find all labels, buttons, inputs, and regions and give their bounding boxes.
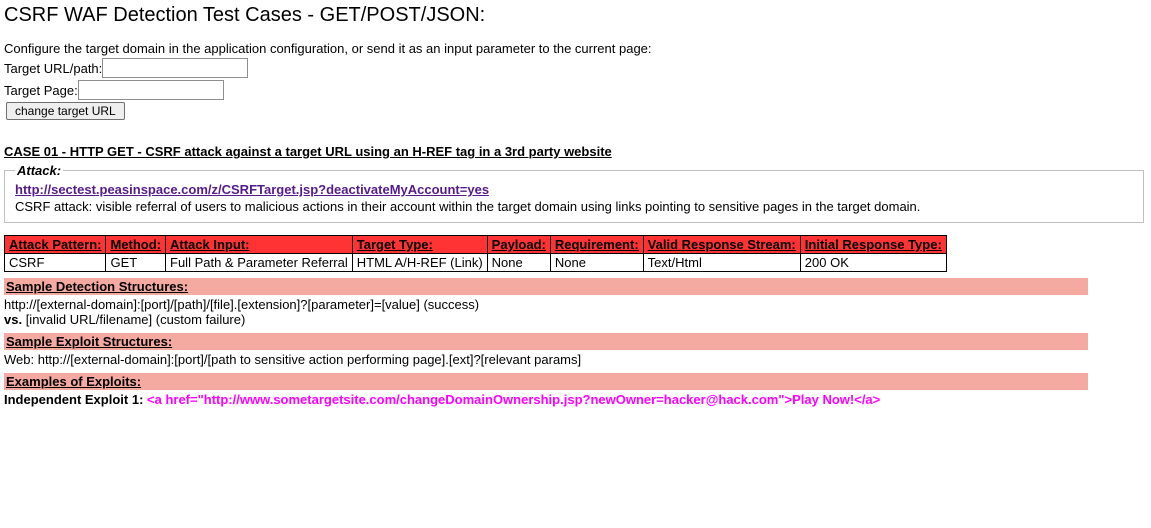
attack-description: CSRF attack: visible referral of users t… xyxy=(15,199,1133,214)
independent-exploit-1-code: <a href="http://www.sometargetsite.com/c… xyxy=(147,392,880,407)
table-row: CSRF GET Full Path & Parameter Referral … xyxy=(5,254,947,272)
exploit-structures-title: Sample Exploit Structures: xyxy=(4,333,1088,350)
td-method: GET xyxy=(106,254,166,272)
td-target-type: HTML A/H-REF (Link) xyxy=(352,254,487,272)
td-valid-response: Text/Html xyxy=(643,254,800,272)
independent-exploit-1-label: Independent Exploit 1: xyxy=(4,392,147,407)
td-initial-response: 200 OK xyxy=(800,254,946,272)
detection-line-2: vs. [invalid URL/filename] (custom failu… xyxy=(4,312,1144,327)
target-url-label: Target URL/path: xyxy=(4,61,102,76)
page-title: CSRF WAF Detection Test Cases - GET/POST… xyxy=(4,4,1144,27)
attack-fieldset: Attack: http://sectest.peasinspace.com/z… xyxy=(4,163,1144,223)
target-page-label: Target Page: xyxy=(4,83,78,98)
examples-of-exploits-body: Independent Exploit 1: <a href="http://w… xyxy=(4,392,1144,407)
detection-structures-title: Sample Detection Structures: xyxy=(4,278,1088,295)
change-target-url-button[interactable]: change target URL xyxy=(6,102,125,120)
attack-url-link[interactable]: http://sectest.peasinspace.com/z/CSRFTar… xyxy=(15,182,489,197)
exploit-structures-body: Web: http://[external-domain]:[port]/[pa… xyxy=(4,352,1144,367)
td-payload: None xyxy=(487,254,550,272)
intro-text: Configure the target domain in the appli… xyxy=(4,41,1144,56)
attributes-table: Attack Pattern: Method: Attack Input: Ta… xyxy=(4,235,947,272)
vs-label: vs. xyxy=(4,312,22,327)
target-url-input[interactable] xyxy=(102,58,248,78)
detection-line-2-rest: [invalid URL/filename] (custom failure) xyxy=(22,312,245,327)
attack-legend: Attack: xyxy=(15,163,63,178)
th-valid-response: Valid Response Stream: xyxy=(643,236,800,254)
th-attack-pattern: Attack Pattern: xyxy=(5,236,106,254)
th-requirement: Requirement: xyxy=(550,236,643,254)
td-attack-input: Full Path & Parameter Referral xyxy=(166,254,353,272)
th-initial-response: Initial Response Type: xyxy=(800,236,946,254)
table-header-row: Attack Pattern: Method: Attack Input: Ta… xyxy=(5,236,947,254)
examples-of-exploits-title: Examples of Exploits: xyxy=(4,373,1088,390)
target-page-input[interactable] xyxy=(78,80,224,100)
th-payload: Payload: xyxy=(487,236,550,254)
detection-structures-body: http://[external-domain]:[port]/[path]/[… xyxy=(4,297,1144,327)
td-requirement: None xyxy=(550,254,643,272)
td-attack-pattern: CSRF xyxy=(5,254,106,272)
th-attack-input: Attack Input: xyxy=(166,236,353,254)
th-method: Method: xyxy=(106,236,166,254)
th-target-type: Target Type: xyxy=(352,236,487,254)
exploit-structures-line-1: Web: http://[external-domain]:[port]/[pa… xyxy=(4,352,1144,367)
detection-line-1: http://[external-domain]:[port]/[path]/[… xyxy=(4,297,1144,312)
case-01-title: CASE 01 - HTTP GET - CSRF attack against… xyxy=(4,144,1144,159)
